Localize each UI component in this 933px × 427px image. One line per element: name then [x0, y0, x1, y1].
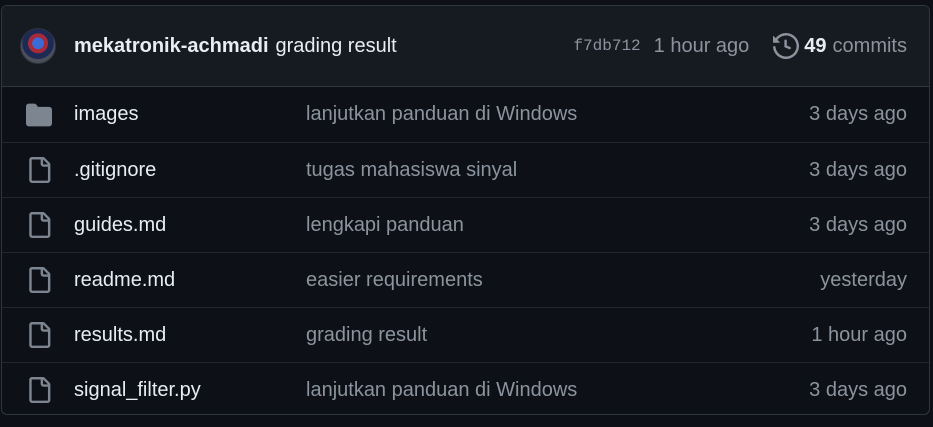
avatar[interactable]: [20, 28, 56, 64]
file-row[interactable]: images lanjutkan panduan di Windows 3 da…: [2, 87, 929, 142]
file-commit-time: 1 hour ago: [811, 323, 907, 346]
commit-time: 1 hour ago: [653, 34, 750, 57]
commit-message-link[interactable]: grading result: [276, 35, 397, 58]
commit-count: 49: [804, 34, 827, 57]
file-commit-time: yesterday: [820, 268, 907, 291]
file-commit-time: 3 days ago: [809, 378, 907, 401]
history-icon: [773, 33, 800, 59]
file-name-link[interactable]: signal_filter.py: [74, 379, 306, 402]
folder-icon: [26, 102, 52, 128]
file-name-link[interactable]: results.md: [74, 324, 306, 347]
file-commit-time: 3 days ago: [809, 158, 907, 181]
commit-sha-link[interactable]: f7db712: [573, 37, 640, 55]
file-commit-time: 3 days ago: [809, 103, 907, 125]
file-row[interactable]: .gitignore tugas mahasiswa sinyal 3 days…: [2, 142, 929, 197]
commits-label: commits: [832, 34, 907, 57]
file-row[interactable]: guides.md lengkapi panduan 3 days ago: [2, 197, 929, 252]
file-row[interactable]: readme.md easier requirements yesterday: [2, 252, 929, 307]
file-commit-message-link[interactable]: grading result: [306, 324, 811, 347]
file-name-link[interactable]: readme.md: [74, 269, 306, 292]
file-commit-message-link[interactable]: tugas mahasiswa sinyal: [306, 159, 809, 182]
file-name-link[interactable]: images: [74, 103, 306, 126]
file-commit-time: 3 days ago: [809, 213, 907, 236]
file-icon: [26, 377, 52, 403]
file-icon: [26, 322, 52, 348]
file-browser: mekatronik-achmadi grading result f7db71…: [1, 5, 930, 415]
commits-history-link[interactable]: 49 commits: [773, 33, 907, 59]
file-commit-message-link[interactable]: lengkapi panduan: [306, 214, 809, 237]
latest-commit-bar: mekatronik-achmadi grading result f7db71…: [2, 6, 929, 87]
file-commit-message-link[interactable]: lanjutkan panduan di Windows: [306, 379, 809, 402]
file-name-link[interactable]: guides.md: [74, 214, 306, 237]
file-row[interactable]: results.md grading result 1 hour ago: [2, 307, 929, 362]
file-commit-message-link[interactable]: lanjutkan panduan di Windows: [306, 103, 809, 126]
file-row[interactable]: signal_filter.py lanjutkan panduan di Wi…: [2, 362, 929, 414]
file-commit-message-link[interactable]: easier requirements: [306, 269, 820, 292]
file-icon: [26, 267, 52, 293]
commit-author-link[interactable]: mekatronik-achmadi: [74, 35, 269, 58]
file-icon: [26, 157, 52, 183]
file-list: images lanjutkan panduan di Windows 3 da…: [2, 87, 929, 414]
file-icon: [26, 212, 52, 238]
file-name-link[interactable]: .gitignore: [74, 159, 306, 182]
